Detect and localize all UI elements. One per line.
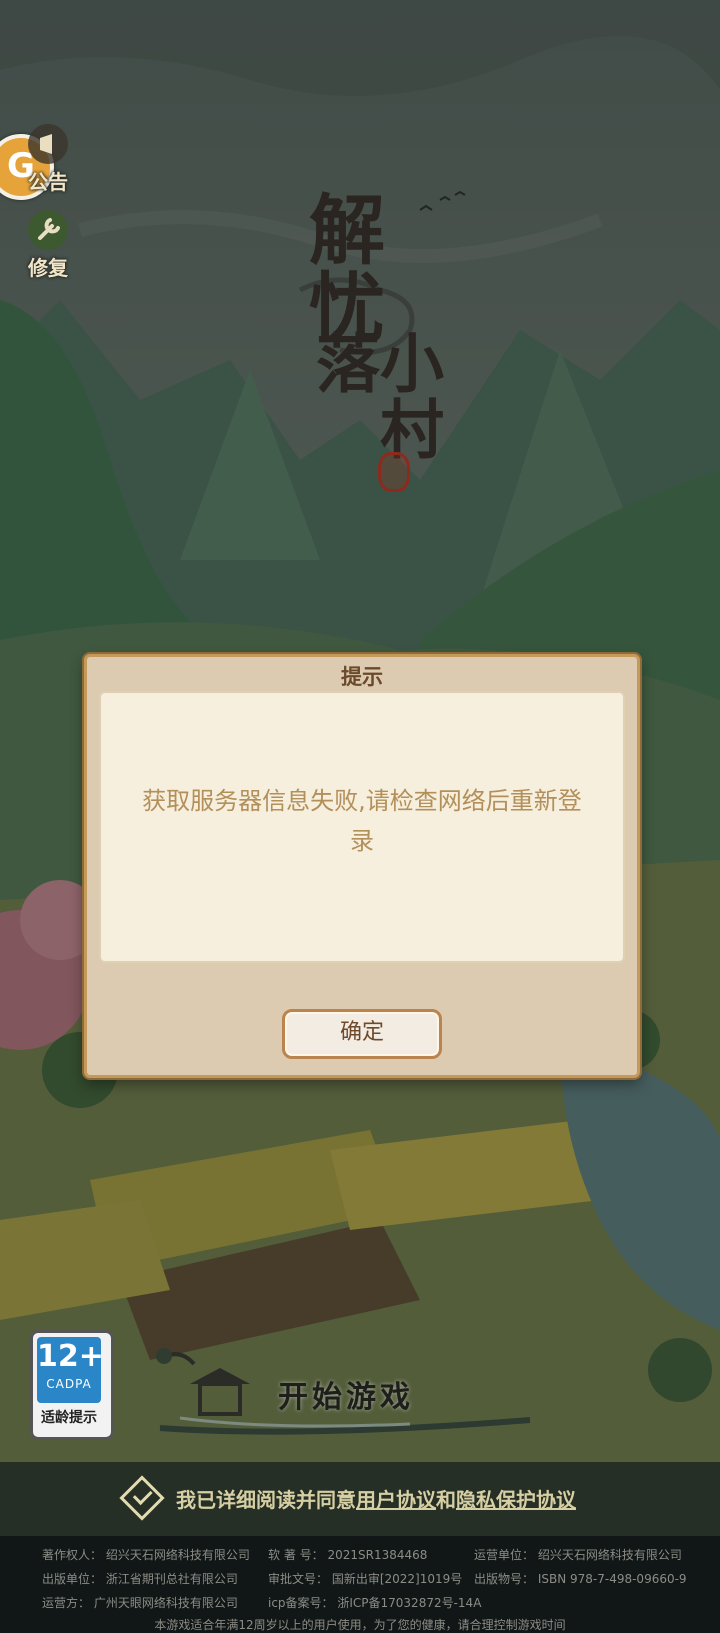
footer-software-reg: 软 著 号： 2021SR1384468	[268, 1548, 428, 1562]
age-rating-badge[interactable]: 12+ CADPA 适龄提示	[30, 1330, 114, 1440]
agreement-row: 我已详细阅读并同意 用户协议 和 隐私保护协议	[119, 1475, 576, 1521]
footer-operator: 运营单位： 绍兴天石网络科技有限公司	[474, 1548, 682, 1562]
user-agreement-link[interactable]: 用户协议	[356, 1484, 436, 1513]
dialog-message: 获取服务器信息失败,请检查网络后重新登录	[142, 787, 582, 855]
agreement-bar: 我已详细阅读并同意 用户协议 和 隐私保护协议	[0, 1462, 720, 1536]
age-rating-org: CADPA	[46, 1377, 92, 1391]
dialog-title: 提示	[341, 664, 383, 689]
agreement-and: 和	[436, 1487, 456, 1512]
notice-label: 公告	[28, 170, 68, 194]
age-rating-box: 12+ CADPA	[37, 1337, 104, 1403]
legal-footer: 著作权人： 绍兴天石网络科技有限公司 软 著 号： 2021SR1384468 …	[0, 1536, 720, 1633]
footer-approval: 审批文号： 国新出审[2022]1019号	[268, 1572, 463, 1586]
age-rating-number: 12+	[37, 1339, 104, 1374]
repair-button[interactable]: 修复	[18, 208, 78, 281]
notice-button[interactable]: 公告	[18, 122, 78, 195]
dialog-message-panel: 获取服务器信息失败,请检查网络后重新登录	[99, 691, 625, 963]
notice-icon	[28, 124, 68, 164]
footer-publisher: 出版单位： 浙江省期刊总社有限公司	[42, 1572, 238, 1586]
red-seal-icon	[378, 452, 410, 492]
footer-health-note: 本游戏适合年满12周岁以上的用户使用，为了您的健康，请合理控制游戏时间	[154, 1618, 566, 1632]
game-title-logo: 解忧 小村落	[296, 190, 444, 510]
wrench-icon	[28, 210, 68, 250]
footer-operator2: 运营方： 广州天眼网络科技有限公司	[42, 1596, 238, 1610]
start-game-button[interactable]: 开始游戏	[150, 1338, 550, 1448]
repair-label: 修复	[28, 256, 68, 280]
footer-icp: icp备案号： 浙ICP备17032872号-14A	[268, 1596, 482, 1610]
age-rating-tip: 适龄提示	[41, 1410, 97, 1426]
game-title-line2: 小村落	[305, 330, 444, 462]
error-dialog: 提示 获取服务器信息失败,请检查网络后重新登录 确定	[84, 654, 640, 1078]
start-game-label: 开始游戏	[278, 1380, 414, 1415]
agreement-prefix: 我已详细阅读并同意	[176, 1487, 356, 1512]
confirm-button[interactable]: 确定	[282, 1009, 442, 1059]
agreement-checkbox[interactable]	[119, 1475, 165, 1521]
footer-copyright: 著作权人： 绍兴天石网络科技有限公司	[42, 1548, 250, 1562]
game-title-line1: 解忧	[296, 190, 385, 346]
footer-isbn: 出版物号： ISBN 978-7-498-09660-9	[474, 1572, 687, 1586]
privacy-agreement-link[interactable]: 隐私保护协议	[456, 1484, 576, 1513]
